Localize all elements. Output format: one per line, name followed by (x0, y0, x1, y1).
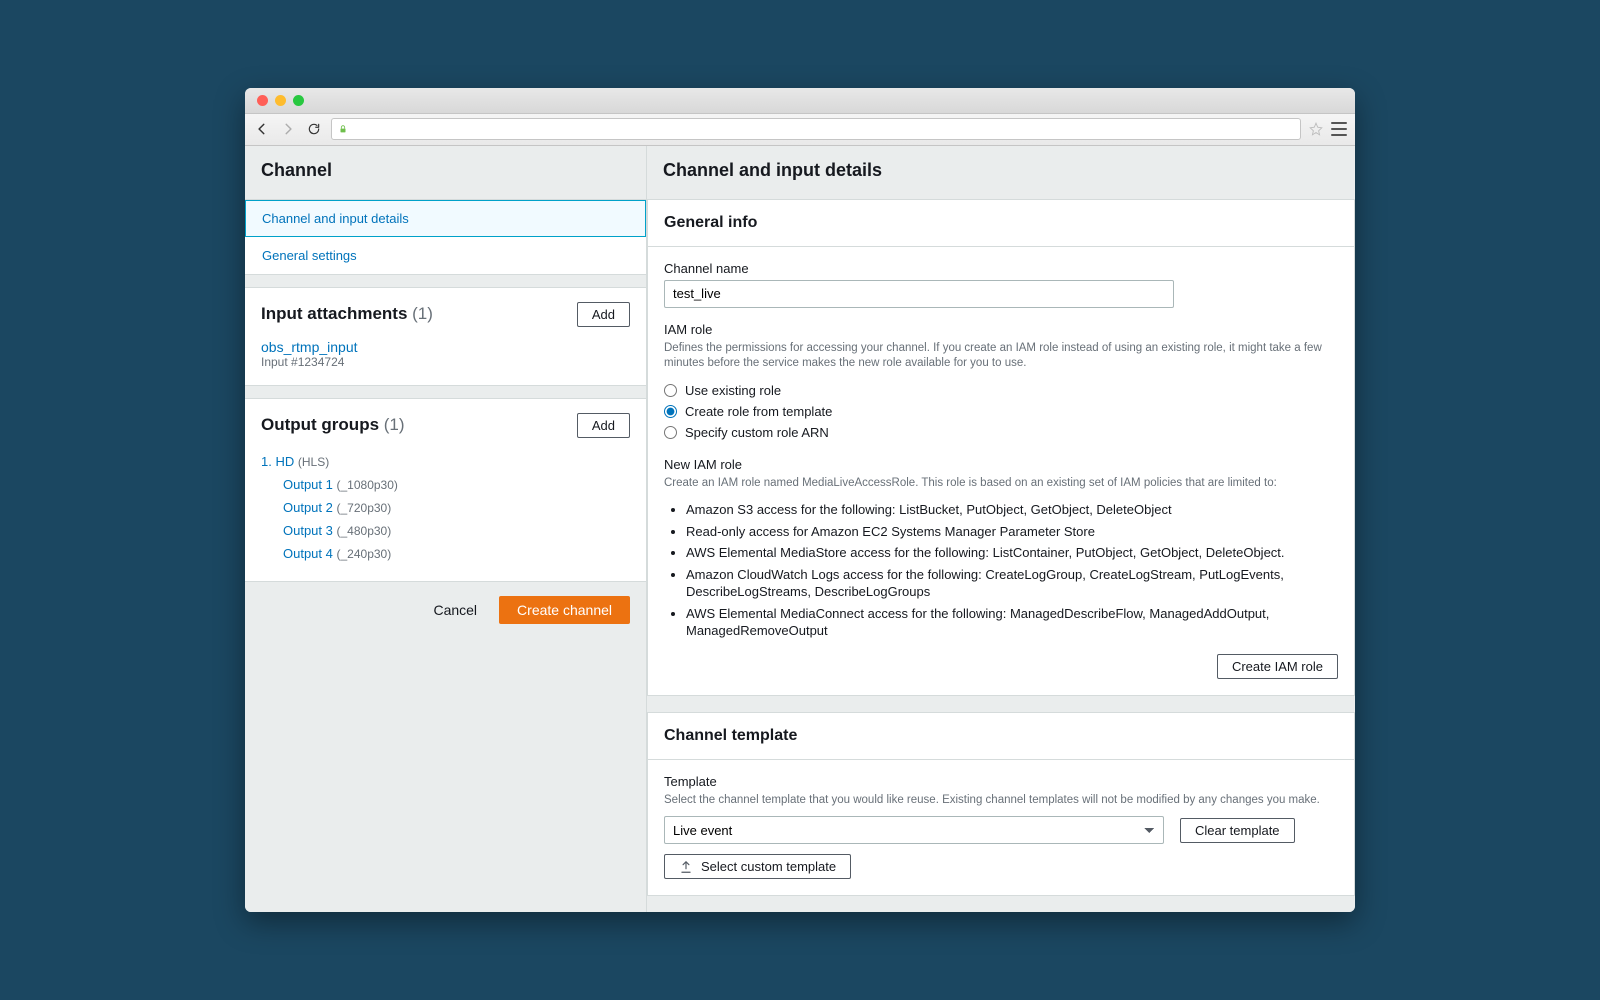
add-input-button[interactable]: Add (577, 302, 630, 327)
new-iam-role-label: New IAM role (664, 457, 1338, 472)
cancel-button[interactable]: Cancel (421, 596, 489, 624)
policy-item: Amazon S3 access for the following: List… (686, 499, 1338, 521)
star-icon[interactable] (1309, 122, 1323, 136)
channel-name-input[interactable] (664, 280, 1174, 308)
input-attachments-block: Input attachments (1) Add obs_rtmp_input… (245, 287, 646, 386)
iam-role-help: Defines the permissions for accessing yo… (664, 341, 1338, 372)
add-output-group-button[interactable]: Add (577, 413, 630, 438)
window-minimize-icon[interactable] (275, 95, 286, 106)
create-channel-button[interactable]: Create channel (499, 596, 630, 624)
template-help: Select the channel template that you wou… (664, 793, 1338, 809)
sidebar: Channel Channel and input details Genera… (245, 146, 647, 913)
sidebar-nav: Channel and input details General settin… (245, 199, 646, 275)
back-button[interactable] (253, 120, 271, 138)
main-heading: Channel and input details (647, 146, 1355, 199)
policy-item: AWS Elemental MediaStore access for the … (686, 542, 1338, 564)
input-item-id: Input #1234724 (261, 355, 630, 369)
iam-role-label: IAM role (664, 322, 1338, 337)
clear-template-button[interactable]: Clear template (1180, 818, 1295, 843)
window-titlebar (245, 88, 1355, 114)
browser-toolbar (245, 114, 1355, 146)
template-select[interactable]: Live event (664, 816, 1164, 844)
arrow-right-icon (281, 122, 295, 136)
sidebar-title: Channel (245, 146, 646, 199)
select-custom-template-button[interactable]: Select custom template (664, 854, 851, 879)
main-pane: Channel and input details General info C… (647, 146, 1355, 913)
radio-create-from-template[interactable]: Create role from template (664, 401, 1338, 422)
template-label: Template (664, 774, 1338, 789)
forward-button[interactable] (279, 120, 297, 138)
general-info-title: General info (648, 200, 1354, 247)
policy-item: Read-only access for Amazon EC2 Systems … (686, 521, 1338, 543)
output-groups-title: Output groups (1) (261, 415, 405, 435)
radio-specify-arn[interactable]: Specify custom role ARN (664, 422, 1338, 443)
arrow-left-icon (255, 122, 269, 136)
policy-item: Amazon CloudWatch Logs access for the fo… (686, 564, 1338, 603)
reload-button[interactable] (305, 120, 323, 138)
new-iam-role-help: Create an IAM role named MediaLiveAccess… (664, 476, 1338, 492)
window-close-icon[interactable] (257, 95, 268, 106)
address-bar[interactable] (331, 118, 1301, 140)
sidebar-actions: Cancel Create channel (245, 582, 646, 644)
input-item-link[interactable]: obs_rtmp_input (261, 339, 630, 355)
input-attachments-title: Input attachments (1) (261, 304, 433, 324)
output-row[interactable]: Output 1 (_1080p30) (261, 473, 630, 496)
output-row[interactable]: Output 3 (_480p30) (261, 519, 630, 542)
channel-template-panel: Channel template Template Select the cha… (647, 712, 1355, 897)
window-zoom-icon[interactable] (293, 95, 304, 106)
output-groups-block: Output groups (1) Add 1. HD (HLS) Output… (245, 398, 646, 582)
output-group-1[interactable]: 1. HD (HLS) (261, 450, 630, 473)
reload-icon (307, 122, 321, 136)
create-iam-role-button[interactable]: Create IAM role (1217, 654, 1338, 679)
nav-item-settings[interactable]: General settings (245, 237, 646, 274)
hamburger-menu-icon[interactable] (1331, 122, 1347, 136)
policy-item: AWS Elemental MediaConnect access for th… (686, 603, 1338, 642)
channel-name-label: Channel name (664, 261, 1338, 276)
policy-list: Amazon S3 access for the following: List… (664, 499, 1338, 642)
nav-item-details[interactable]: Channel and input details (245, 200, 646, 237)
browser-window: Channel Channel and input details Genera… (245, 88, 1355, 913)
lock-icon (338, 123, 348, 135)
output-row[interactable]: Output 4 (_240p30) (261, 542, 630, 565)
general-info-panel: General info Channel name IAM role Defin… (647, 199, 1355, 696)
output-row[interactable]: Output 2 (_720p30) (261, 496, 630, 519)
upload-icon (679, 860, 693, 874)
app-content: Channel Channel and input details Genera… (245, 146, 1355, 913)
radio-use-existing[interactable]: Use existing role (664, 380, 1338, 401)
channel-template-title: Channel template (648, 713, 1354, 760)
